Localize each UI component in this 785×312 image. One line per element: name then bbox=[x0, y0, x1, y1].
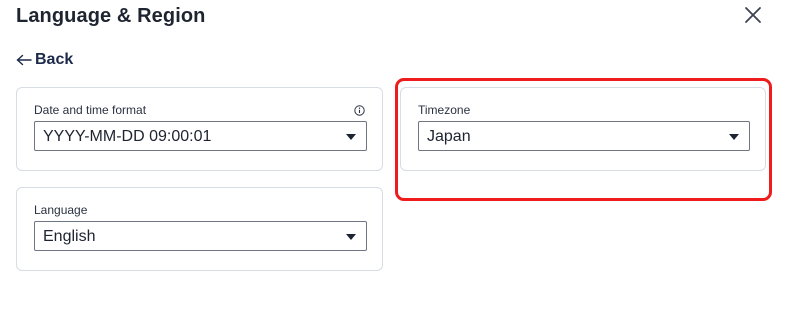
caret-down-icon bbox=[346, 234, 356, 240]
timezone-highlight-annotation bbox=[395, 78, 772, 201]
datetime-format-card: Date and time format YYYY-MM-DD 09:00:01 bbox=[16, 87, 383, 171]
language-label: Language bbox=[34, 203, 88, 217]
back-link[interactable]: Back bbox=[16, 50, 73, 70]
info-icon[interactable] bbox=[354, 105, 365, 116]
close-icon[interactable] bbox=[742, 4, 764, 26]
datetime-format-value: YYYY-MM-DD 09:00:01 bbox=[43, 128, 212, 145]
datetime-format-label: Date and time format bbox=[34, 103, 147, 117]
arrow-left-icon bbox=[16, 54, 32, 66]
language-value: English bbox=[43, 228, 96, 245]
close-button[interactable] bbox=[742, 4, 764, 26]
datetime-format-select[interactable]: YYYY-MM-DD 09:00:01 bbox=[34, 121, 367, 151]
language-select[interactable]: English bbox=[34, 221, 367, 251]
back-label: Back bbox=[35, 51, 74, 68]
language-card: Language English bbox=[16, 187, 383, 271]
caret-down-icon bbox=[346, 134, 356, 140]
page-title: Language & Region bbox=[16, 5, 206, 27]
